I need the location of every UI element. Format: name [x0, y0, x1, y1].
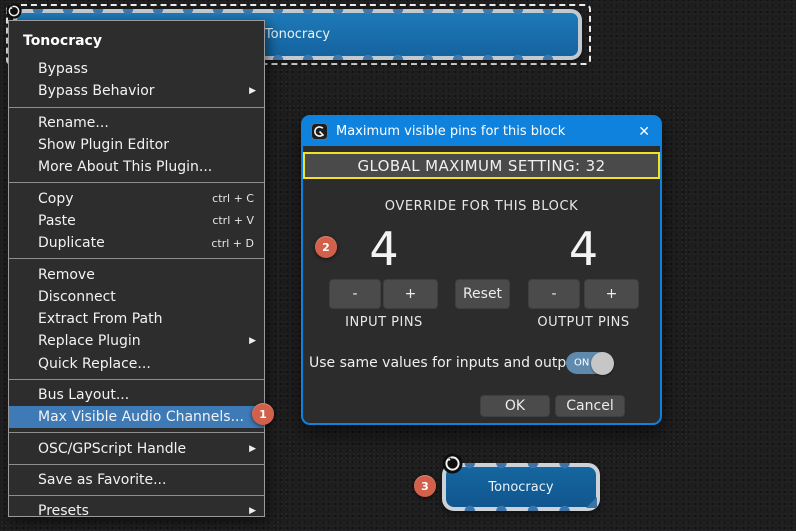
plugin-knob-icon: [442, 453, 463, 474]
menu-item-label: Rename...: [38, 114, 109, 131]
dialog-titlebar[interactable]: Maximum visible pins for this block ✕: [303, 117, 660, 146]
menu-item-label: Duplicate: [38, 235, 105, 252]
menu-separator: [9, 182, 264, 184]
menu-separator: [9, 106, 264, 108]
output-increment-button[interactable]: +: [584, 279, 639, 309]
plugin-block-label: Tonocracy: [488, 479, 554, 495]
menu-item-bypass[interactable]: Bypass: [9, 58, 264, 80]
menu-item-rename[interactable]: Rename...: [9, 112, 264, 134]
close-icon[interactable]: ✕: [638, 125, 650, 139]
same-values-toggle[interactable]: ON: [566, 351, 614, 375]
menu-item-copy[interactable]: Copy ctrl + C: [9, 187, 264, 209]
menu-item-label: Bypass Behavior: [38, 83, 155, 100]
menu-item-save-as-favorite[interactable]: Save as Favorite...: [9, 469, 264, 491]
menu-item-label: Disconnect: [38, 288, 116, 305]
menu-item-label: Quick Replace...: [38, 355, 151, 372]
menu-item-duplicate[interactable]: Duplicate ctrl + D: [9, 232, 264, 254]
annotation-step-1: 1: [252, 403, 274, 425]
output-decrement-button[interactable]: -: [528, 279, 580, 309]
corner-notch: [586, 497, 597, 508]
menu-item-label: Replace Plugin: [38, 333, 141, 350]
output-pins-label: OUTPUT PINS: [537, 315, 630, 330]
input-increment-button[interactable]: +: [383, 279, 438, 309]
menu-item-bus-layout[interactable]: Bus Layout...: [9, 384, 264, 406]
input-pins-strip: [23, 9, 572, 16]
menu-item-label: Presets: [38, 503, 89, 520]
menu-item-label: Remove: [38, 266, 95, 283]
output-pins-strip: [454, 504, 588, 511]
menu-item-label: Extract From Path: [38, 311, 163, 328]
menu-item-shortcut: ctrl + C: [212, 192, 254, 206]
menu-item-extract-from-path[interactable]: Extract From Path: [9, 308, 264, 330]
menu-separator: [9, 495, 264, 497]
max-visible-pins-dialog: Maximum visible pins for this block ✕ GL…: [301, 115, 662, 425]
input-pins-strip: [454, 463, 588, 470]
menu-item-shortcut: ctrl + V: [212, 214, 254, 228]
submenu-arrow-icon: ▶: [249, 86, 256, 97]
menu-item-label: Copy: [38, 190, 74, 207]
menu-item-shortcut: ctrl + D: [211, 236, 254, 250]
plugin-context-menu: Tonocracy Bypass Bypass Behavior ▶ Rename..…: [8, 20, 265, 519]
override-label: OVERRIDE FOR THIS BLOCK: [384, 199, 579, 214]
submenu-arrow-icon: ▶: [249, 506, 256, 517]
annotation-step-3: 3: [414, 475, 436, 497]
menu-item-remove[interactable]: Remove: [9, 263, 264, 285]
menu-separator: [9, 432, 264, 434]
same-values-label: Use same values for inputs and outputs: [309, 355, 588, 371]
reset-button[interactable]: Reset: [455, 279, 510, 309]
menu-item-presets[interactable]: Presets ▶: [9, 500, 264, 522]
plugin-block-label: Tonocracy: [264, 27, 331, 42]
input-pins-label: INPUT PINS: [345, 315, 423, 330]
dialog-title: Maximum visible pins for this block: [336, 124, 566, 139]
submenu-arrow-icon: ▶: [249, 443, 256, 454]
menu-item-disconnect[interactable]: Disconnect: [9, 286, 264, 308]
menu-separator: [9, 258, 264, 260]
menu-separator: [9, 378, 264, 380]
menu-item-osc-gpscript-handle[interactable]: OSC/GPScript Handle ▶: [9, 437, 264, 459]
output-pins-value: 4: [568, 222, 599, 276]
plugin-block-bottom[interactable]: Tonocracy: [442, 463, 600, 511]
menu-item-label: Save as Favorite...: [38, 471, 167, 488]
menu-item-label: Show Plugin Editor: [38, 137, 169, 154]
gig-performer-app-icon: [311, 123, 328, 140]
input-decrement-button[interactable]: -: [329, 279, 381, 309]
ok-button[interactable]: OK: [480, 395, 550, 417]
menu-item-more-about-this-plugin[interactable]: More About This Plugin...: [9, 156, 264, 178]
menu-item-show-plugin-editor[interactable]: Show Plugin Editor: [9, 134, 264, 156]
context-menu-title: Tonocracy: [23, 33, 102, 49]
menu-separator: [9, 463, 264, 465]
menu-item-quick-replace[interactable]: Quick Replace...: [9, 353, 264, 375]
menu-item-label: Max Visible Audio Channels...: [38, 409, 244, 426]
toggle-knob[interactable]: [591, 351, 614, 375]
menu-item-label: Bypass: [38, 61, 88, 78]
flow-canvas: Tonocracy Tonocracy Tonocracy Bypass Bypa…: [0, 0, 796, 531]
menu-item-max-visible-audio-channels[interactable]: Max Visible Audio Channels...: [9, 406, 264, 429]
annotation-step-2: 2: [315, 236, 337, 258]
menu-item-label: OSC/GPScript Handle: [38, 440, 187, 457]
toggle-state-label: ON: [574, 357, 590, 369]
submenu-arrow-icon: ▶: [249, 336, 256, 347]
menu-item-label: Paste: [38, 212, 76, 229]
menu-item-paste[interactable]: Paste ctrl + V: [9, 210, 264, 232]
plugin-knob-icon: [6, 3, 22, 19]
global-maximum-banner: GLOBAL MAXIMUM SETTING: 32: [303, 152, 660, 179]
context-menu-items: Bypass Bypass Behavior ▶ Rename... Show Plug…: [9, 58, 264, 522]
input-pins-value: 4: [369, 222, 399, 276]
menu-item-label: Bus Layout...: [38, 387, 130, 403]
menu-item-replace-plugin[interactable]: Replace Plugin ▶: [9, 330, 264, 352]
cancel-button[interactable]: Cancel: [555, 395, 625, 417]
menu-item-label: More About This Plugin...: [38, 159, 213, 176]
menu-item-bypass-behavior[interactable]: Bypass Behavior ▶: [9, 80, 264, 102]
